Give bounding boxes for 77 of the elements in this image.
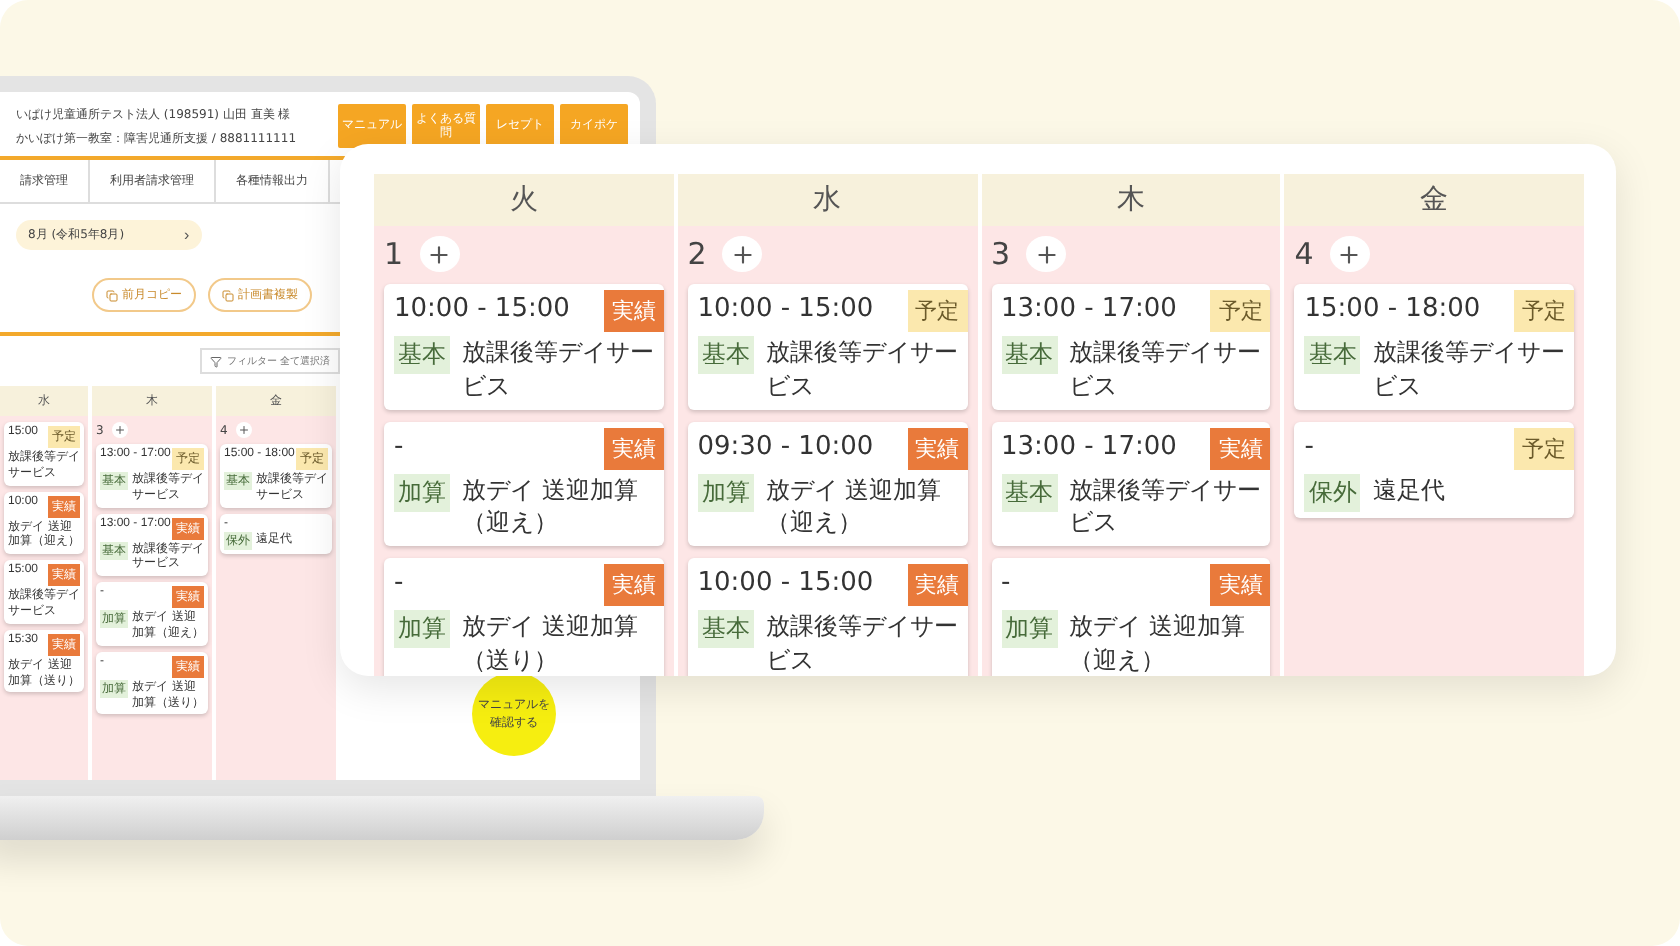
status-badge: 予定 [907,290,967,332]
next-month-button[interactable]: › [184,226,190,244]
service-name: 放課後等デイサービス [1069,336,1263,404]
date-number: 2 [687,236,707,272]
status-badge: 実績 [1210,564,1271,607]
time-range: 13:00 - 17:00 [1001,292,1177,324]
plus-icon [426,241,453,267]
schedule-card[interactable]: 13:00 - 17:00 予定 基本 放課後等デイサービス [991,284,1271,410]
category-tag: 加算 [697,473,754,512]
schedule-card[interactable]: 09:30 - 10:00 実績 加算 放デイ 送迎加算（迎え） [687,421,967,547]
service-name: 放デイ 送迎加算（迎え） [462,473,640,541]
weekday-header: 木 [981,174,1281,226]
service-name: 放課後等デイサービス [765,336,960,404]
service-name: 放デイ 送迎加算（送り） [462,610,640,676]
plus-icon [1033,241,1060,267]
plus-icon [237,424,250,436]
time-range: 10:00 - 15:00 [697,292,874,324]
status-badge: 予定 [1210,290,1271,332]
weekday-header: 金 [1284,174,1584,226]
category-tag: 基本 [697,610,754,649]
category-tag: 加算 [394,473,450,512]
plus-icon [1336,241,1363,267]
time-range: 13:00 - 17:00 [1001,429,1177,462]
category-tag: 基本 [394,336,450,374]
status-badge: 実績 [603,564,664,607]
category-tag: 加算 [394,610,450,649]
schedule-card[interactable]: 13:00 - 17:00 実績 基本 放課後等デイサービス [991,421,1271,547]
status-badge: 予定 [1514,290,1574,332]
service-name: 放課後等デイサービス [462,336,656,404]
service-name: 放課後等デイサービス [765,610,960,676]
time-range: 15:00 - 18:00 [1304,292,1481,324]
add-button[interactable] [1329,236,1370,272]
category-tag: 基本 [1001,473,1057,512]
time-range: - [394,429,404,462]
time-range: - [1001,566,1011,599]
schedule-card[interactable]: - 予定 保外 遠足代 [1294,421,1574,518]
schedule-card[interactable]: 15:00 - 18:00 予定 基本 放課後等デイサービス [1294,284,1574,410]
date-number: 4 [1294,236,1314,272]
status-badge: 実績 [603,427,664,470]
category-tag: 保外 [1304,473,1361,512]
plus-icon [729,241,756,267]
schedule-card[interactable]: 10:00 - 15:00 実績 基本 放課後等デイサービス [687,558,967,676]
status-badge: 実績 [603,290,664,332]
time-range: 09:30 - 10:00 [697,429,874,462]
copy-icon [106,289,118,301]
time-range: - [394,566,404,599]
add-button[interactable] [1026,236,1067,272]
status-badge: 予定 [1514,427,1574,470]
service-name: 放デイ 送迎加算（迎え） [765,473,944,541]
date-number: 1 [384,236,404,272]
service-name: 遠足代 [1372,473,1445,507]
schedule-card[interactable]: - 実績 加算 放デイ 送迎加算（迎え） [991,558,1271,676]
add-button[interactable] [419,236,460,272]
copy-icon [222,289,234,301]
plus-icon [113,424,126,436]
status-badge: 実績 [1210,427,1271,470]
service-name: 放課後等デイサービス [1069,473,1263,541]
date-number: 3 [991,236,1011,272]
add-button[interactable] [722,236,763,272]
service-name: 放課後等デイサービス [1372,336,1567,404]
category-tag: 基本 [1304,336,1361,374]
category-tag: 加算 [1001,610,1057,649]
filter-icon [210,355,223,367]
weekday-header: 火 [374,174,674,226]
time-range: 10:00 - 15:00 [394,292,570,324]
time-range: 10:00 - 15:00 [697,566,874,599]
category-tag: 基本 [697,336,754,374]
weekday-header: 水 [677,174,977,226]
service-name: 放デイ 送迎加算（迎え） [1069,610,1247,676]
schedule-card[interactable]: - 実績 加算 放デイ 送迎加算（送り） [384,558,664,676]
status-badge: 実績 [907,427,967,470]
time-range: - [1304,429,1314,462]
status-badge: 実績 [907,564,967,607]
category-tag: 基本 [1001,336,1057,374]
schedule-card[interactable]: 10:00 - 15:00 予定 基本 放課後等デイサービス [687,284,967,410]
schedule-card[interactable]: - 実績 加算 放デイ 送迎加算（迎え） [384,421,664,547]
schedule-card[interactable]: 10:00 - 15:00 実績 基本 放課後等デイサービス [384,284,664,410]
